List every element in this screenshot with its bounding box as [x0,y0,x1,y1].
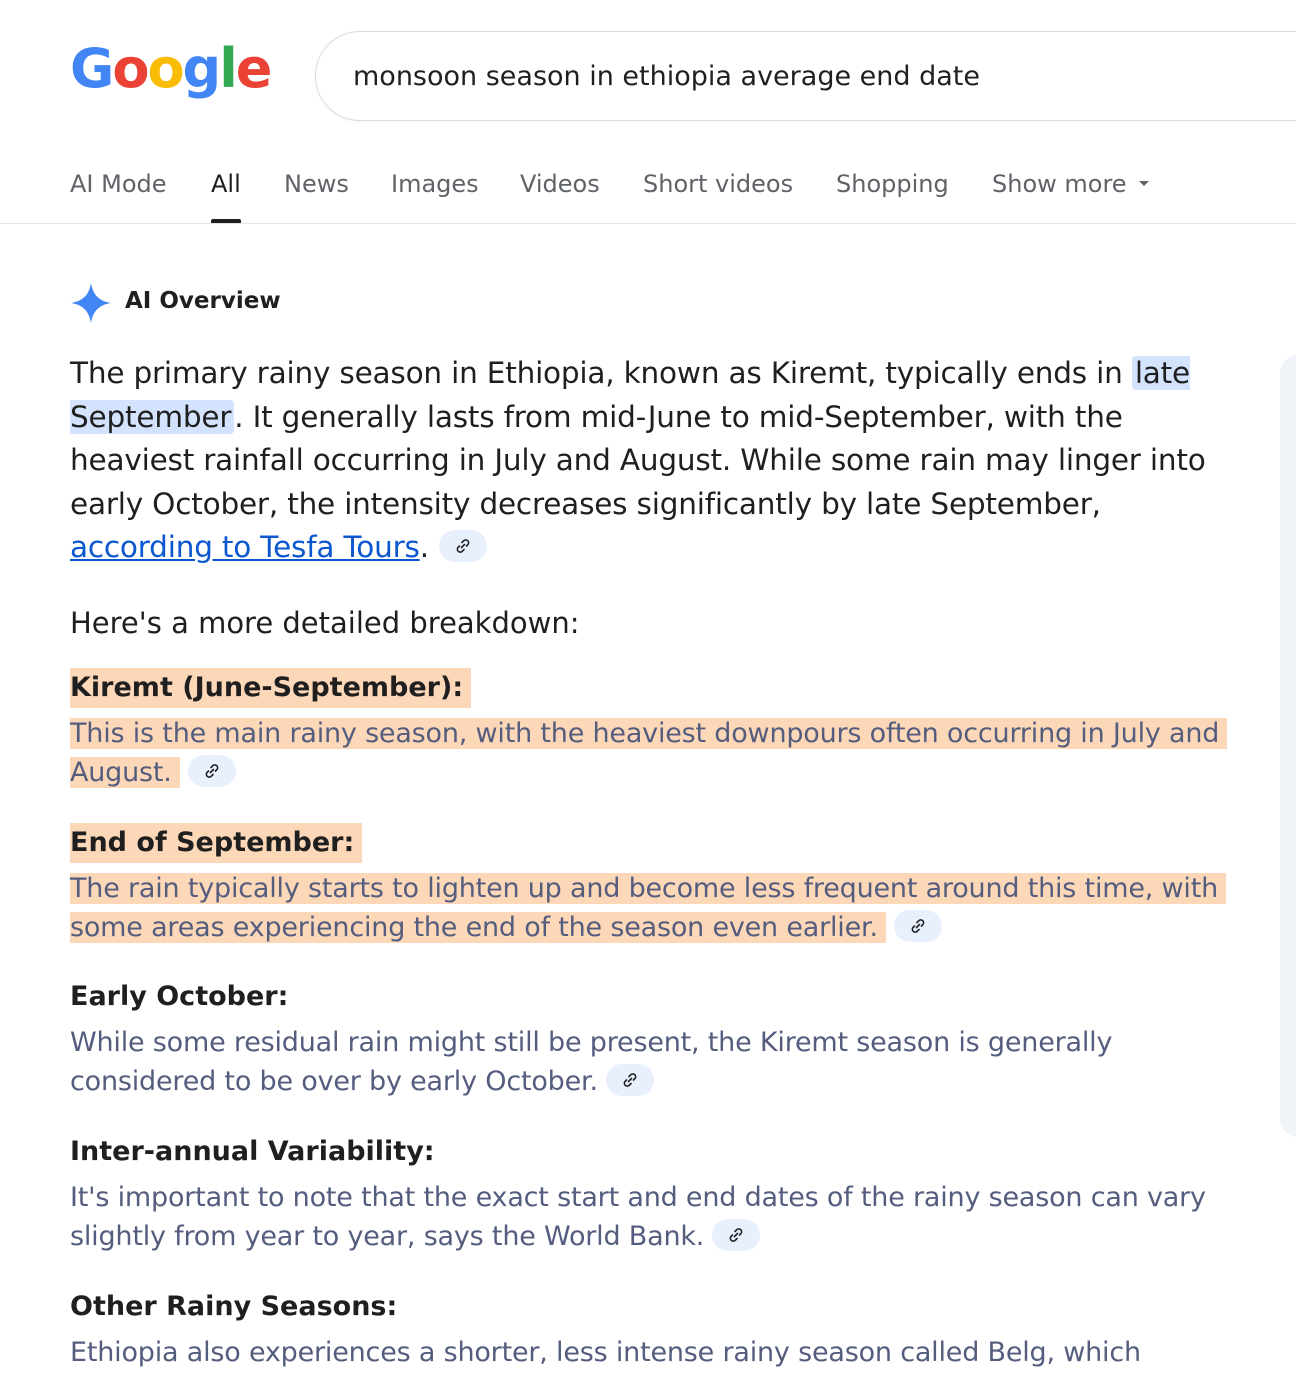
active-tab-indicator [211,219,241,223]
breakdown-item: End of September: The rain typically sta… [70,823,1227,947]
source-chip[interactable] [605,1063,654,1096]
tab-short-videos[interactable]: Short videos [643,170,793,223]
source-chip[interactable] [187,754,236,787]
tab-label: Show more [992,170,1127,198]
logo-letter: G [70,37,114,100]
tab-ai-mode[interactable]: AI Mode [70,170,167,223]
sparkle-icon [71,283,111,323]
item-body: The rain typically starts to lighten up … [70,873,1227,943]
item-heading: Other Rainy Seasons: [70,1291,398,1322]
tab-label: All [211,170,241,198]
google-logo[interactable]: Google [70,37,273,100]
tab-label: Shopping [836,170,949,198]
source-chip[interactable] [712,1218,761,1251]
breakdown-item: Other Rainy Seasons: Ethiopia also exper… [70,1287,1220,1372]
item-body: It's important to note that the exact st… [70,1182,1206,1252]
search-input[interactable] [353,56,1253,96]
link-icon [911,918,925,933]
tab-label: Videos [520,170,600,198]
tab-images[interactable]: Images [391,170,479,223]
link-icon [729,1227,743,1242]
item-heading: Kiremt (June-September): [70,668,472,708]
tab-news[interactable]: News [284,170,349,223]
tab-all[interactable]: All [211,170,241,223]
item-body: Ethiopia also experiences a shorter, les… [70,1337,1141,1368]
source-chip[interactable] [438,529,487,562]
caret-down-icon [1138,180,1149,186]
link-icon [205,763,219,778]
link-icon [456,538,470,553]
search-results-page: Google AI Mode All News Images Videos Sh… [0,0,1296,1386]
source-link[interactable]: according to Tesfa Tours [70,530,420,564]
breakdown-title: Here's a more detailed breakdown: [70,606,580,640]
item-heading: Inter-annual Variability: [70,1136,435,1167]
breakdown-item: Inter-annual Variability: It's important… [70,1132,1220,1256]
logo-letter: o [112,37,149,100]
tab-videos[interactable]: Videos [520,170,600,223]
source-chip[interactable] [893,909,942,942]
item-heading: End of September: [70,823,363,863]
ai-overview-title: AI Overview [125,288,281,314]
tab-label: News [284,170,349,198]
ai-overview-summary: The primary rainy season in Ethiopia, kn… [70,352,1230,570]
tab-label: Short videos [643,170,794,198]
summary-text: . It generally lasts from mid-June to mi… [70,399,1206,521]
tab-label: AI Mode [70,170,167,198]
tab-shopping[interactable]: Shopping [836,170,949,223]
breakdown-item: Early October: While some residual rain … [70,977,1220,1101]
logo-letter: l [219,37,237,100]
item-body: While some residual rain might still be … [70,1027,1113,1097]
logo-letter: g [182,37,222,100]
breakdown-item: Kiremt (June-September): This is the mai… [70,668,1228,792]
search-box[interactable] [315,31,1296,121]
link-icon [623,1072,637,1087]
tab-show-more[interactable]: Show more [992,170,1149,223]
search-tabs: AI Mode All News Images Videos Short vid… [0,150,1296,224]
logo-letter: e [235,37,273,100]
sources-side-panel[interactable] [1280,355,1296,1137]
item-body: This is the main rainy season, with the … [70,718,1228,788]
tab-label: Images [391,170,479,198]
summary-text: The primary rainy season in Ethiopia, kn… [70,356,1132,390]
item-heading: Early October: [70,981,289,1012]
logo-letter: o [147,37,184,100]
summary-text: . [419,530,429,564]
